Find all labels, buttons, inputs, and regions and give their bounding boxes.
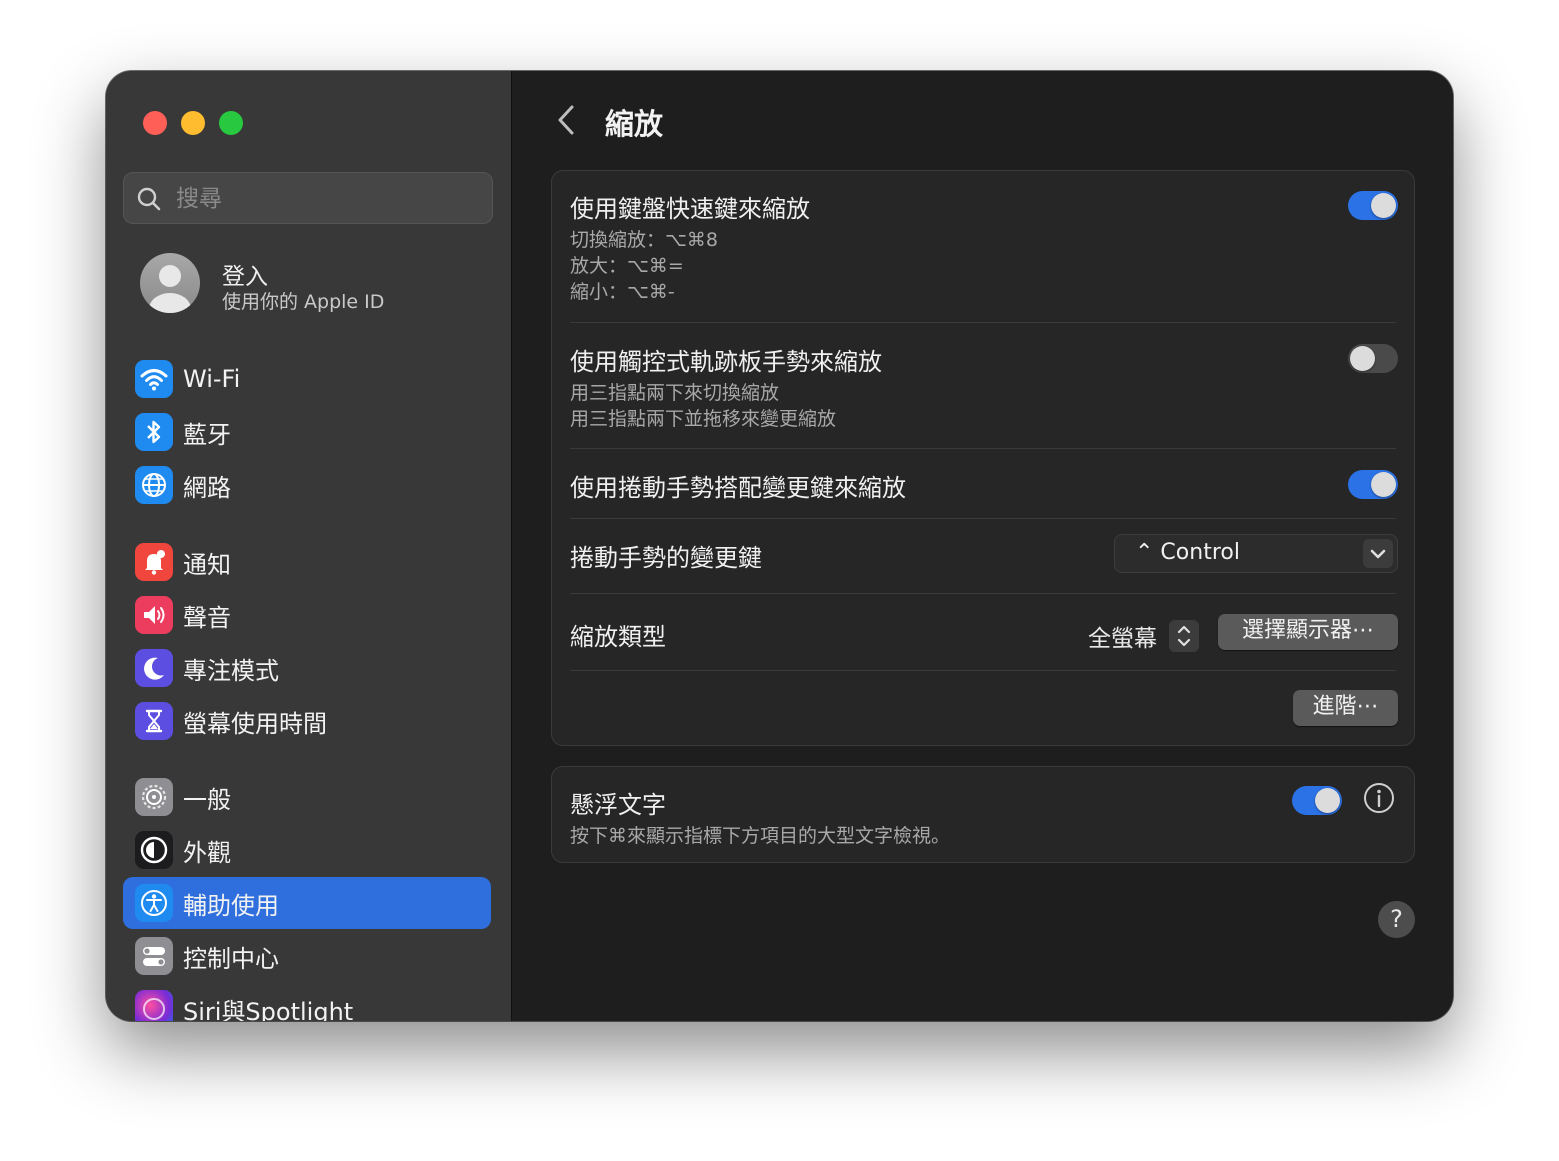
- sidebar-item-label: 輔助使用: [183, 891, 279, 920]
- sidebar-item-label: 螢幕使用時間: [183, 709, 327, 738]
- control-center-icon: [135, 937, 173, 975]
- divider: [570, 593, 1396, 594]
- bell-icon: [135, 543, 173, 581]
- apple-id-account[interactable]: 登入 使用你的 Apple ID: [140, 253, 500, 323]
- zoom-type-title: 縮放類型: [570, 623, 666, 651]
- trackpad-drag-hint: 用三指點兩下並拖移來變更縮放: [570, 408, 837, 430]
- person-icon: [149, 265, 191, 313]
- trackpad-double-tap-hint: 用三指點兩下來切換縮放: [570, 382, 780, 404]
- modifier-key-dropdown[interactable]: ⌃ Control: [1114, 534, 1398, 573]
- sidebar-item-siri-spotlight[interactable]: Siri與Spotlight: [123, 983, 491, 1021]
- sidebar-item-label: 聲音: [183, 603, 231, 632]
- scroll-zoom-title: 使用捲動手勢搭配變更鍵來縮放: [570, 474, 906, 502]
- minimize-window-button[interactable]: [181, 111, 205, 135]
- modifier-key-value: ⌃ Control: [1135, 540, 1240, 565]
- sidebar-item-label: 一般: [183, 785, 231, 814]
- divider: [570, 670, 1396, 671]
- keyboard-zoom-toggle[interactable]: [1348, 191, 1398, 220]
- sidebar-item-general[interactable]: 一般: [123, 771, 491, 823]
- trackpad-zoom-toggle[interactable]: [1348, 344, 1398, 373]
- sidebar-item-notifications[interactable]: 通知: [123, 536, 491, 588]
- info-icon[interactable]: [1363, 782, 1395, 814]
- zoom-type-value[interactable]: 全螢幕: [1088, 619, 1157, 653]
- search-input[interactable]: [174, 181, 478, 217]
- sidebar-item-appearance[interactable]: 外觀: [123, 824, 491, 876]
- help-button[interactable]: ?: [1378, 901, 1415, 938]
- content-pane: 縮放 使用鍵盤快速鍵來縮放 切換縮放：⌥⌘8 放大：⌥⌘= 縮小：⌥⌘- 使用觸…: [512, 71, 1453, 1021]
- sidebar-item-label: 外觀: [183, 838, 231, 867]
- close-window-button[interactable]: [143, 111, 167, 135]
- account-name: 登入: [222, 264, 268, 290]
- keyboard-zoom-out-shortcut: 縮小：⌥⌘-: [570, 281, 675, 303]
- sidebar-item-label: 網路: [183, 473, 231, 502]
- sidebar-item-label: 通知: [183, 550, 231, 579]
- back-chevron-icon[interactable]: [552, 103, 582, 137]
- up-down-stepper-icon[interactable]: [1169, 620, 1199, 652]
- appearance-icon: [135, 831, 173, 869]
- sidebar-item-sound[interactable]: 聲音: [123, 589, 491, 641]
- modifier-key-title: 捲動手勢的變更鍵: [570, 544, 762, 572]
- hover-text-description: 按下⌘來顯示指標下方項目的大型文字檢視。: [570, 825, 951, 847]
- keyboard-zoom-title: 使用鍵盤快速鍵來縮放: [570, 195, 810, 223]
- hourglass-icon: [135, 702, 173, 740]
- globe-icon: [135, 466, 173, 504]
- divider: [570, 322, 1396, 323]
- search-field[interactable]: [123, 172, 493, 224]
- sidebar-item-label: 專注模式: [183, 656, 279, 685]
- keyboard-zoom-in-shortcut: 放大：⌥⌘=: [570, 255, 684, 277]
- choose-display-button[interactable]: 選擇顯示器⋯: [1218, 614, 1398, 650]
- hover-text-group: 懸浮文字 按下⌘來顯示指標下方項目的大型文字檢視。: [551, 766, 1415, 863]
- keyboard-toggle-shortcut: 切換縮放：⌥⌘8: [570, 229, 718, 251]
- sidebar-item-focus[interactable]: 專注模式: [123, 642, 491, 694]
- zoom-settings-group: 使用鍵盤快速鍵來縮放 切換縮放：⌥⌘8 放大：⌥⌘= 縮小：⌥⌘- 使用觸控式軌…: [551, 170, 1415, 746]
- sidebar-item-wifi[interactable]: Wi-Fi: [123, 353, 491, 405]
- accessibility-icon: [135, 884, 173, 922]
- zoom-window-button[interactable]: [219, 111, 243, 135]
- moon-icon: [135, 649, 173, 687]
- account-subtitle: 使用你的 Apple ID: [222, 291, 385, 313]
- sidebar-item-label: 控制中心: [183, 944, 279, 973]
- sidebar: 登入 使用你的 Apple ID Wi-Fi 藍牙: [106, 71, 512, 1021]
- chevron-down-icon: [1363, 539, 1393, 568]
- siri-icon: [135, 990, 173, 1021]
- page-title: 縮放: [605, 107, 664, 141]
- trackpad-zoom-title: 使用觸控式軌跡板手勢來縮放: [570, 348, 882, 376]
- divider: [570, 448, 1396, 449]
- sidebar-item-network[interactable]: 網路: [123, 459, 491, 511]
- sidebar-item-control-center[interactable]: 控制中心: [123, 930, 491, 982]
- sidebar-item-bluetooth[interactable]: 藍牙: [123, 406, 491, 458]
- gear-icon: [135, 778, 173, 816]
- sidebar-item-screen-time[interactable]: 螢幕使用時間: [123, 695, 491, 747]
- scroll-zoom-toggle[interactable]: [1348, 470, 1398, 499]
- search-icon: [137, 187, 161, 211]
- wifi-icon: [135, 360, 173, 398]
- hover-text-toggle[interactable]: [1292, 786, 1342, 815]
- divider: [570, 518, 1396, 519]
- advanced-button[interactable]: 進階⋯: [1293, 690, 1398, 726]
- speaker-icon: [135, 596, 173, 634]
- sidebar-item-accessibility[interactable]: 輔助使用: [123, 877, 491, 929]
- sidebar-item-label: 藍牙: [183, 420, 231, 449]
- bluetooth-icon: [135, 413, 173, 451]
- hover-text-title: 懸浮文字: [570, 791, 666, 819]
- avatar: [140, 253, 200, 313]
- settings-window: 登入 使用你的 Apple ID Wi-Fi 藍牙: [106, 71, 1453, 1021]
- sidebar-item-label: Wi-Fi: [183, 365, 241, 393]
- sidebar-item-label: Siri與Spotlight: [183, 997, 354, 1022]
